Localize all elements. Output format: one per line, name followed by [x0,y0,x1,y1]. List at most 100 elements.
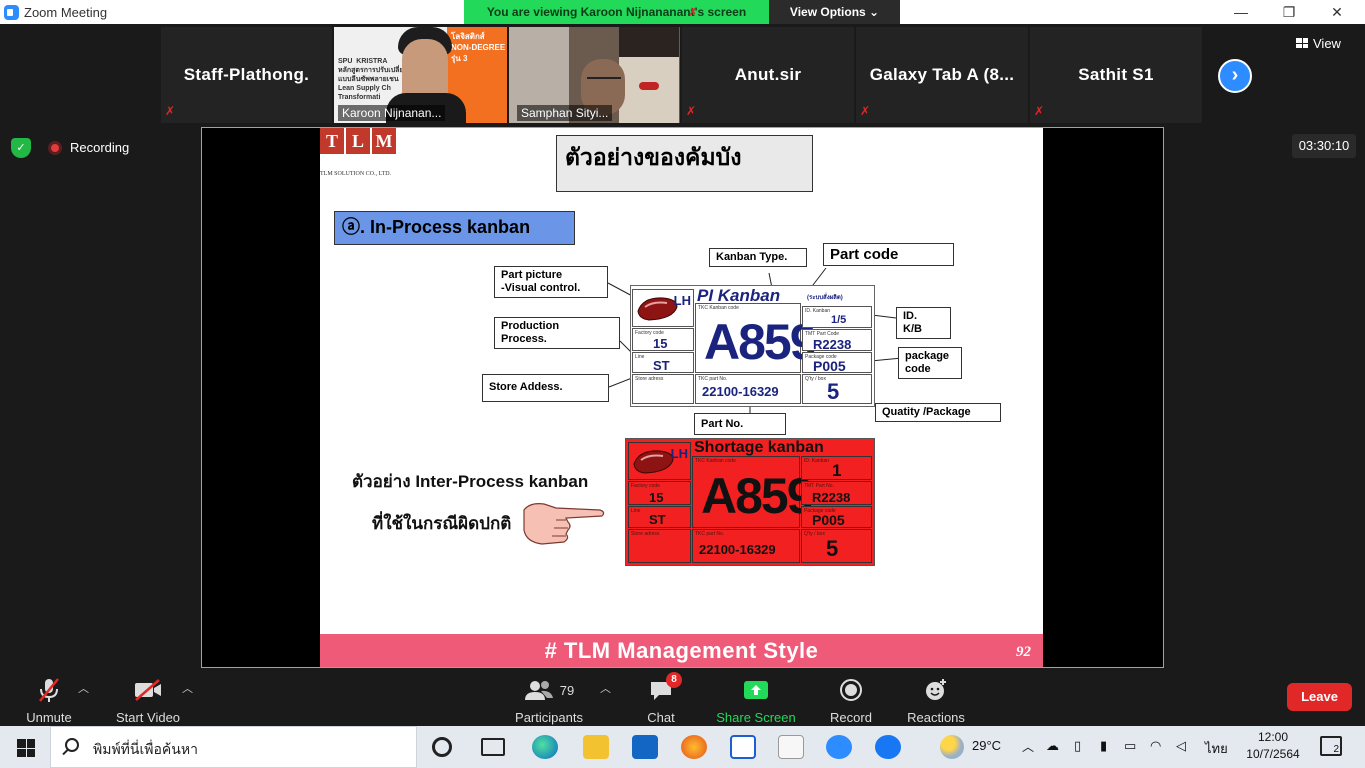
participant-video-tile[interactable]: SPU KRISTRA หลักสูตรการปรับเปลี่ยนองค์กร… [334,27,507,123]
qty-value: 5 [827,379,840,404]
notification-center-icon[interactable]: 2 [1320,736,1342,756]
participants-label: Participants [515,710,583,725]
chat-label: Chat [647,710,675,725]
participant-tile[interactable]: Sathit S1 ✗ [1030,27,1202,123]
callout-id-kb: ID. K/B [896,307,951,339]
qty-cell: Q'ty / box 5 [802,374,872,404]
meeting-timer: 03:30:10 [1292,134,1356,158]
file-explorer-icon[interactable] [583,735,609,759]
onedrive-icon[interactable]: ☁ [1046,738,1059,754]
share-screen-button[interactable]: Share Screen [714,676,798,725]
callout-quantity-package: Quatity /Package [875,403,1001,422]
reactions-label: Reactions [907,710,965,725]
tmt-cell: TMT Part Code R2238 [802,329,872,352]
part-no-value: 22100-16329 [702,384,779,399]
part-no-value: 22100-16329 [699,542,776,557]
id-cell: ID. Kanban 1 [801,456,872,480]
slide-footer: # TLM Management Style 92 [320,634,1043,667]
video-options-chevron-icon[interactable]: ︿ [182,680,193,696]
close-button[interactable]: ✕ [1313,0,1361,24]
tray-expand-chevron-icon[interactable]: ︿ [1022,738,1034,755]
cortana-icon[interactable] [432,737,452,757]
audio-options-chevron-icon[interactable]: ︿ [78,680,89,696]
view-layout-button[interactable]: View [1296,32,1356,54]
qty-label: Q'ty / box [805,376,826,382]
participant-tile[interactable]: Anut.sir ✗ ✗ [682,5,854,123]
package-cell: Package code P005 [802,352,872,374]
volume-icon[interactable]: ◁ [1176,738,1186,754]
leave-button[interactable]: Leave [1287,683,1352,711]
muted-mic-icon: ✗ [686,104,697,118]
participants-options-chevron-icon[interactable]: ︿ [600,680,611,696]
view-label: View [1313,35,1341,51]
zoom-taskbar-icon[interactable] [826,735,852,759]
encryption-shield-icon[interactable]: ✓ [11,138,31,158]
windows-start-icon[interactable] [17,739,35,757]
shortage-kanban-code: A859 [701,468,815,524]
id-value: 1/5 [831,314,847,326]
callout-part-code: Part code [823,243,954,266]
record-button[interactable]: Record [826,676,876,725]
start-video-label: Start Video [115,710,181,725]
clock-time: 12:00 [1257,730,1289,744]
reactions-button[interactable]: Reactions [904,676,968,725]
view-options-button[interactable]: View Options ⌄ [769,0,900,24]
wifi-icon[interactable]: ◠ [1150,738,1161,754]
battery-icon[interactable]: ▭ [1124,738,1136,754]
muted-mic-icon: ✗ [860,104,871,118]
qty-label: Q'ty / box [804,531,825,537]
footer-text: # TLM Management Style [544,638,819,663]
zoom-app-icon [4,4,19,20]
video-off-icon [135,679,161,701]
taskbar-search-box[interactable]: พิมพ์ที่นี่เพื่อค้นหา [50,726,417,768]
share-screen-icon [744,681,768,699]
minimize-button[interactable]: — [1217,0,1265,24]
record-label: Record [830,710,872,725]
id-label: ID. Kanban [805,308,831,314]
zoom-window: Zoom Meeting — ❐ ✕ You are viewing Karoo… [0,0,1365,768]
task-view-icon[interactable] [481,738,505,756]
callout-store-address: Store Addess. [482,374,609,402]
callout-production-process: Production Process. [494,317,620,349]
dropbox-icon[interactable] [730,735,756,759]
example-text: ที่ใช้ในกรณีผิดปกติ [372,514,512,533]
participant-tile[interactable]: Staff-Plathong. ✗ [161,27,332,123]
shortage-kanban-title: Shortage kanban [694,439,824,456]
clock-date: 10/7/2564 [1246,747,1300,761]
windows-taskbar: พิมพ์ที่นี่เพื่อค้นหา 29°C ︿ ☁ ▯ ▮ ▭ ◠ ◁… [0,726,1365,768]
line-cell: Line ST [628,506,691,528]
tmt-value: R2238 [812,490,851,505]
device-icon[interactable]: ▯ [1074,738,1081,754]
input-language[interactable]: ไทย [1205,738,1228,759]
next-page-button[interactable]: › [1218,59,1252,93]
restore-button[interactable]: ❐ [1265,0,1313,24]
edge-icon[interactable] [532,735,558,759]
weather-icon[interactable] [940,735,964,759]
tail-lamp-image [637,297,678,321]
package-cell: Package code P005 [801,506,872,528]
video-background-badge: โลจิสติกส์ NON-DEGREE รุ่น 3 [451,32,506,63]
facebook-icon[interactable] [875,735,901,759]
participant-name: Galaxy Tab A (8... [869,65,1015,84]
start-video-button[interactable]: Start Video [112,676,184,725]
participant-tile[interactable]: Galaxy Tab A (8... ✗ [856,27,1028,123]
recording-label[interactable]: Recording [70,140,129,155]
line-label: Line [635,354,645,360]
amazon-icon[interactable] [778,735,804,759]
participants-count: 79 [559,682,575,698]
participants-button[interactable]: 79 Participants [512,676,586,725]
qty-value: 5 [826,536,839,561]
weather-temperature[interactable]: 29°C [972,738,1001,753]
part-no-label: TKC part No. [698,376,728,382]
firefox-icon[interactable] [681,735,707,759]
microphone-icon[interactable]: ▮ [1100,738,1107,754]
taskbar-clock[interactable]: 12:00 10/7/2564 [1238,729,1308,763]
slide-page-number: 92 [1016,644,1031,660]
participant-video-tile[interactable]: Samphan Sityi... [509,27,680,123]
line-label: Line [631,508,641,514]
unmute-button[interactable]: Unmute [22,676,76,725]
mail-icon[interactable] [632,735,658,759]
callout-package-code: package code [898,347,962,379]
callout-kanban-type: Kanban Type. [709,248,807,267]
qty-cell: Q'ty / box 5 [801,529,872,563]
